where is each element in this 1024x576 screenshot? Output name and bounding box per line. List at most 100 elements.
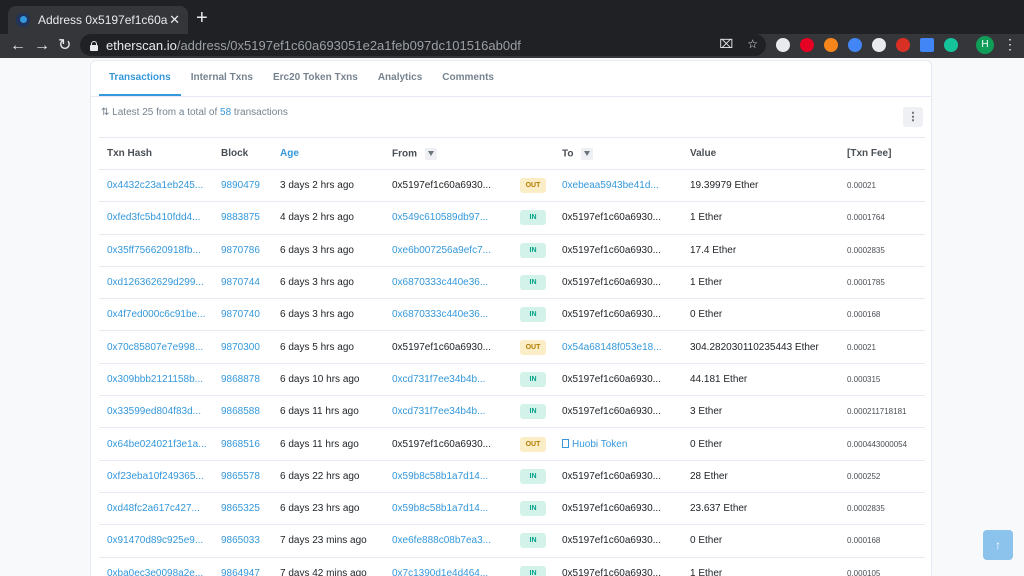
- to-address[interactable]: 0x54a68148f053e18...: [562, 342, 662, 353]
- table-row: 0x64be024021f3e1a... 9868516 6 days 11 hrs…: [99, 427, 925, 461]
- txn-hash-link[interactable]: 0x309bbb2121158b...: [107, 374, 203, 385]
- direction-badge: IN: [520, 307, 546, 323]
- tab-erc20-token-txns[interactable]: Erc20 Token Txns: [263, 61, 368, 96]
- from-address[interactable]: 0x549c610589db97...: [392, 212, 488, 223]
- txn-hash-link[interactable]: 0x70c85807e7e998...: [107, 342, 203, 353]
- profile-avatar[interactable]: H: [976, 36, 994, 54]
- metamask-extension-icon[interactable]: [824, 38, 838, 52]
- value-text: 0 Ether: [690, 438, 723, 450]
- pinterest-extension-icon[interactable]: [800, 38, 814, 52]
- txn-hash-link[interactable]: 0x64be024021f3e1a...: [107, 439, 207, 450]
- from-address[interactable]: 0x7c1390d1e4d464...: [392, 568, 488, 576]
- txn-hash-link[interactable]: 0x91470d89c925e9...: [107, 535, 203, 546]
- direction-badge: OUT: [520, 436, 546, 452]
- txn-hash-link[interactable]: 0xba0ec3e0098a2e...: [107, 568, 203, 576]
- close-tab-icon[interactable]: ✕: [169, 12, 180, 28]
- browser-menu-icon[interactable]: ⋮: [1003, 36, 1017, 53]
- from-address[interactable]: 0x59b8c58b1a7d14...: [392, 503, 488, 514]
- table-header-row: Txn Hash Block Age From To Value [Txn Fe…: [99, 137, 925, 170]
- txn-hash-link[interactable]: 0xd48fc2a617c427...: [107, 503, 200, 514]
- back-icon[interactable]: ←: [10, 36, 26, 56]
- txn-fee-text: 0.00021: [847, 181, 876, 191]
- more-options-button[interactable]: ⋮: [903, 107, 923, 127]
- txn-fee-text: 0.000252: [847, 471, 881, 481]
- block-link[interactable]: 9890479: [221, 180, 260, 191]
- tab-comments[interactable]: Comments: [432, 61, 504, 96]
- table-row: 0x4432c23a1eb245... 9890479 3 days 2 hrs a…: [99, 169, 925, 203]
- forward-icon[interactable]: →: [34, 36, 50, 56]
- browser-tab[interactable]: Address 0x5197ef1c60a693051 ✕: [8, 6, 188, 34]
- block-link[interactable]: 9870744: [221, 277, 260, 288]
- block-link[interactable]: 9870786: [221, 245, 260, 256]
- block-link[interactable]: 9868878: [221, 374, 260, 385]
- extension-circle-icon[interactable]: [872, 38, 886, 52]
- from-address: 0x5197ef1c60a6930...: [392, 438, 491, 450]
- tab-internal-txns[interactable]: Internal Txns: [181, 61, 263, 96]
- from-address[interactable]: 0xe6b007256a9efc7...: [392, 245, 491, 256]
- block-link[interactable]: 9870300: [221, 342, 260, 353]
- reload-icon[interactable]: ↻: [58, 36, 71, 56]
- block-link[interactable]: 9870740: [221, 309, 260, 320]
- tab-analytics[interactable]: Analytics: [368, 61, 432, 96]
- filter-icon[interactable]: [425, 147, 437, 160]
- age-text: 7 days 23 mins ago: [280, 535, 367, 547]
- scroll-to-top-button[interactable]: ↑: [983, 530, 1013, 560]
- from-address[interactable]: 0x6870333c440e36...: [392, 277, 488, 288]
- age-text: 6 days 23 hrs ago: [280, 503, 360, 515]
- txn-hash-link[interactable]: 0x35ff756620918fb...: [107, 245, 201, 256]
- address-bar[interactable]: etherscan.io/address/0x5197ef1c60a693051…: [80, 34, 766, 56]
- extension-red-icon[interactable]: [896, 38, 910, 52]
- grammarly-extension-icon[interactable]: [944, 38, 958, 52]
- summary-prefix: Latest 25 from a total of: [112, 107, 218, 118]
- value-text: 0 Ether: [690, 309, 723, 321]
- to-address: 0x5197ef1c60a6930...: [562, 406, 661, 418]
- direction-badge: IN: [520, 371, 546, 387]
- txn-hash-link[interactable]: 0xf23eba10f249365...: [107, 471, 204, 482]
- block-link[interactable]: 9868516: [221, 439, 260, 450]
- from-address[interactable]: 0xcd731f7ee34b4b...: [392, 406, 485, 417]
- tab-bar: Transactions Internal Txns Erc20 Token T…: [91, 61, 931, 97]
- to-address: 0x5197ef1c60a6930...: [562, 567, 661, 576]
- txn-hash-link[interactable]: 0x33599ed804f83d...: [107, 406, 201, 417]
- block-link[interactable]: 9865578: [221, 471, 260, 482]
- col-value: Value: [682, 137, 839, 170]
- extension-gear-icon[interactable]: [776, 38, 790, 52]
- filter-icon[interactable]: [581, 147, 594, 160]
- from-address[interactable]: 0xe6fe888c08b7ea3...: [392, 535, 491, 546]
- col-from: From: [384, 137, 512, 170]
- col-txn-fee[interactable]: [Txn Fee]: [839, 137, 925, 170]
- direction-badge: OUT: [520, 178, 546, 194]
- direction-badge: IN: [520, 565, 546, 576]
- block-link[interactable]: 9883875: [221, 212, 260, 223]
- from-address[interactable]: 0xcd731f7ee34b4b...: [392, 374, 485, 385]
- summary-suffix: transactions: [233, 107, 288, 118]
- col-age[interactable]: Age: [272, 137, 384, 170]
- to-address[interactable]: 0xebeaa5943be41d...: [562, 180, 659, 191]
- new-tab-button[interactable]: +: [196, 8, 208, 28]
- col-direction: [512, 137, 554, 170]
- block-link[interactable]: 9865033: [221, 535, 260, 546]
- txn-hash-link[interactable]: 0xd126362629d299...: [107, 277, 204, 288]
- to-address: 0x5197ef1c60a6930...: [562, 503, 661, 515]
- table-row: 0x309bbb2121158b... 9868878 6 days 10 hrs …: [99, 363, 925, 397]
- extension-check-icon[interactable]: [848, 38, 862, 52]
- extension-blue-icon[interactable]: [920, 38, 934, 52]
- block-link[interactable]: 9865325: [221, 503, 260, 514]
- tab-transactions[interactable]: Transactions: [99, 61, 181, 96]
- from-address[interactable]: 0x6870333c440e36...: [392, 309, 488, 320]
- txn-hash-link[interactable]: 0x4f7ed000c6c91be...: [107, 309, 205, 320]
- txn-hash-link[interactable]: 0xfed3fc5b410fdd4...: [107, 212, 200, 223]
- lock-icon: [90, 40, 98, 51]
- bookmark-star-icon[interactable]: ☆: [747, 37, 758, 51]
- txn-hash-link[interactable]: 0x4432c23a1eb245...: [107, 180, 203, 191]
- table-row: 0x35ff756620918fb... 9870786 6 days 3 hrs …: [99, 234, 925, 267]
- age-text: 6 days 3 hrs ago: [280, 277, 354, 289]
- total-count[interactable]: 58: [220, 107, 231, 118]
- from-address[interactable]: 0x59b8c58b1a7d14...: [392, 471, 488, 482]
- block-link[interactable]: 9864947: [221, 568, 260, 576]
- translate-icon[interactable]: ⌧: [719, 37, 733, 51]
- to-address[interactable]: Huobi Token: [572, 439, 627, 450]
- to-address: 0x5197ef1c60a6930...: [562, 309, 661, 321]
- block-link[interactable]: 9868588: [221, 406, 260, 417]
- to-address: 0x5197ef1c60a6930...: [562, 212, 661, 224]
